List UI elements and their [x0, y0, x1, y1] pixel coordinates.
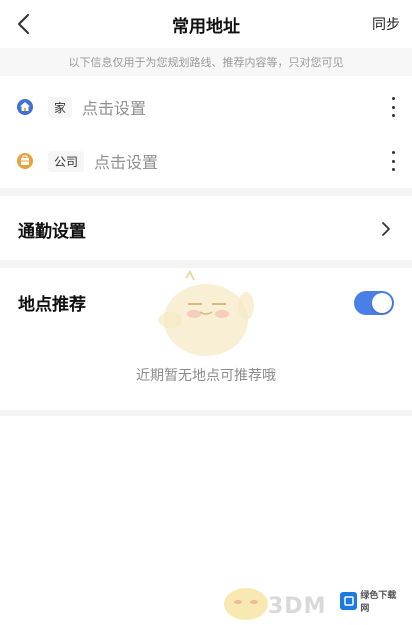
address-tag: 家: [48, 96, 73, 118]
home-icon: [16, 98, 34, 116]
section-divider: [0, 188, 412, 196]
header: 常用地址 同步: [0, 0, 412, 48]
watermark-logo-text: 绿色下载网: [360, 591, 397, 614]
watermark-logo: 绿色下载网: [340, 590, 404, 614]
address-list: 家 点击设置 公司 点击设置: [0, 80, 412, 188]
place-recommend-section: 地点推荐 近期暂无地点可推荐哦: [0, 268, 412, 414]
address-tag: 公司: [48, 150, 85, 172]
company-icon: [16, 152, 34, 170]
more-options-button[interactable]: [388, 97, 398, 117]
chevron-right-icon: [382, 222, 390, 236]
empty-state-text: 近期暂无地点可推荐哦: [136, 368, 276, 384]
privacy-notice: 以下信息仅用于为您规划路线、推荐内容等，只对您可见: [0, 48, 412, 76]
commute-settings-label: 通勤设置: [18, 221, 86, 242]
section-divider: [0, 260, 412, 268]
watermark-text: 3DM: [268, 594, 327, 619]
mascot-illustration: [158, 270, 254, 356]
mascot-watermark: [224, 588, 268, 620]
commute-settings-row[interactable]: 通勤设置: [0, 198, 412, 260]
back-button[interactable]: [8, 8, 40, 40]
chevron-left-icon: [18, 14, 29, 34]
more-options-button[interactable]: [388, 151, 398, 171]
company-address-row[interactable]: 公司 点击设置: [0, 134, 412, 188]
place-recommend-label: 地点推荐: [18, 295, 86, 315]
home-address-row[interactable]: 家 点击设置: [0, 80, 412, 134]
toggle-knob: [372, 293, 392, 313]
page-title: 常用地址: [172, 16, 240, 37]
place-recommend-toggle[interactable]: [354, 291, 394, 315]
logo-icon: [340, 592, 358, 610]
sync-button[interactable]: 同步: [372, 14, 400, 34]
address-value[interactable]: 点击设置: [94, 149, 158, 173]
address-value[interactable]: 点击设置: [82, 95, 146, 119]
